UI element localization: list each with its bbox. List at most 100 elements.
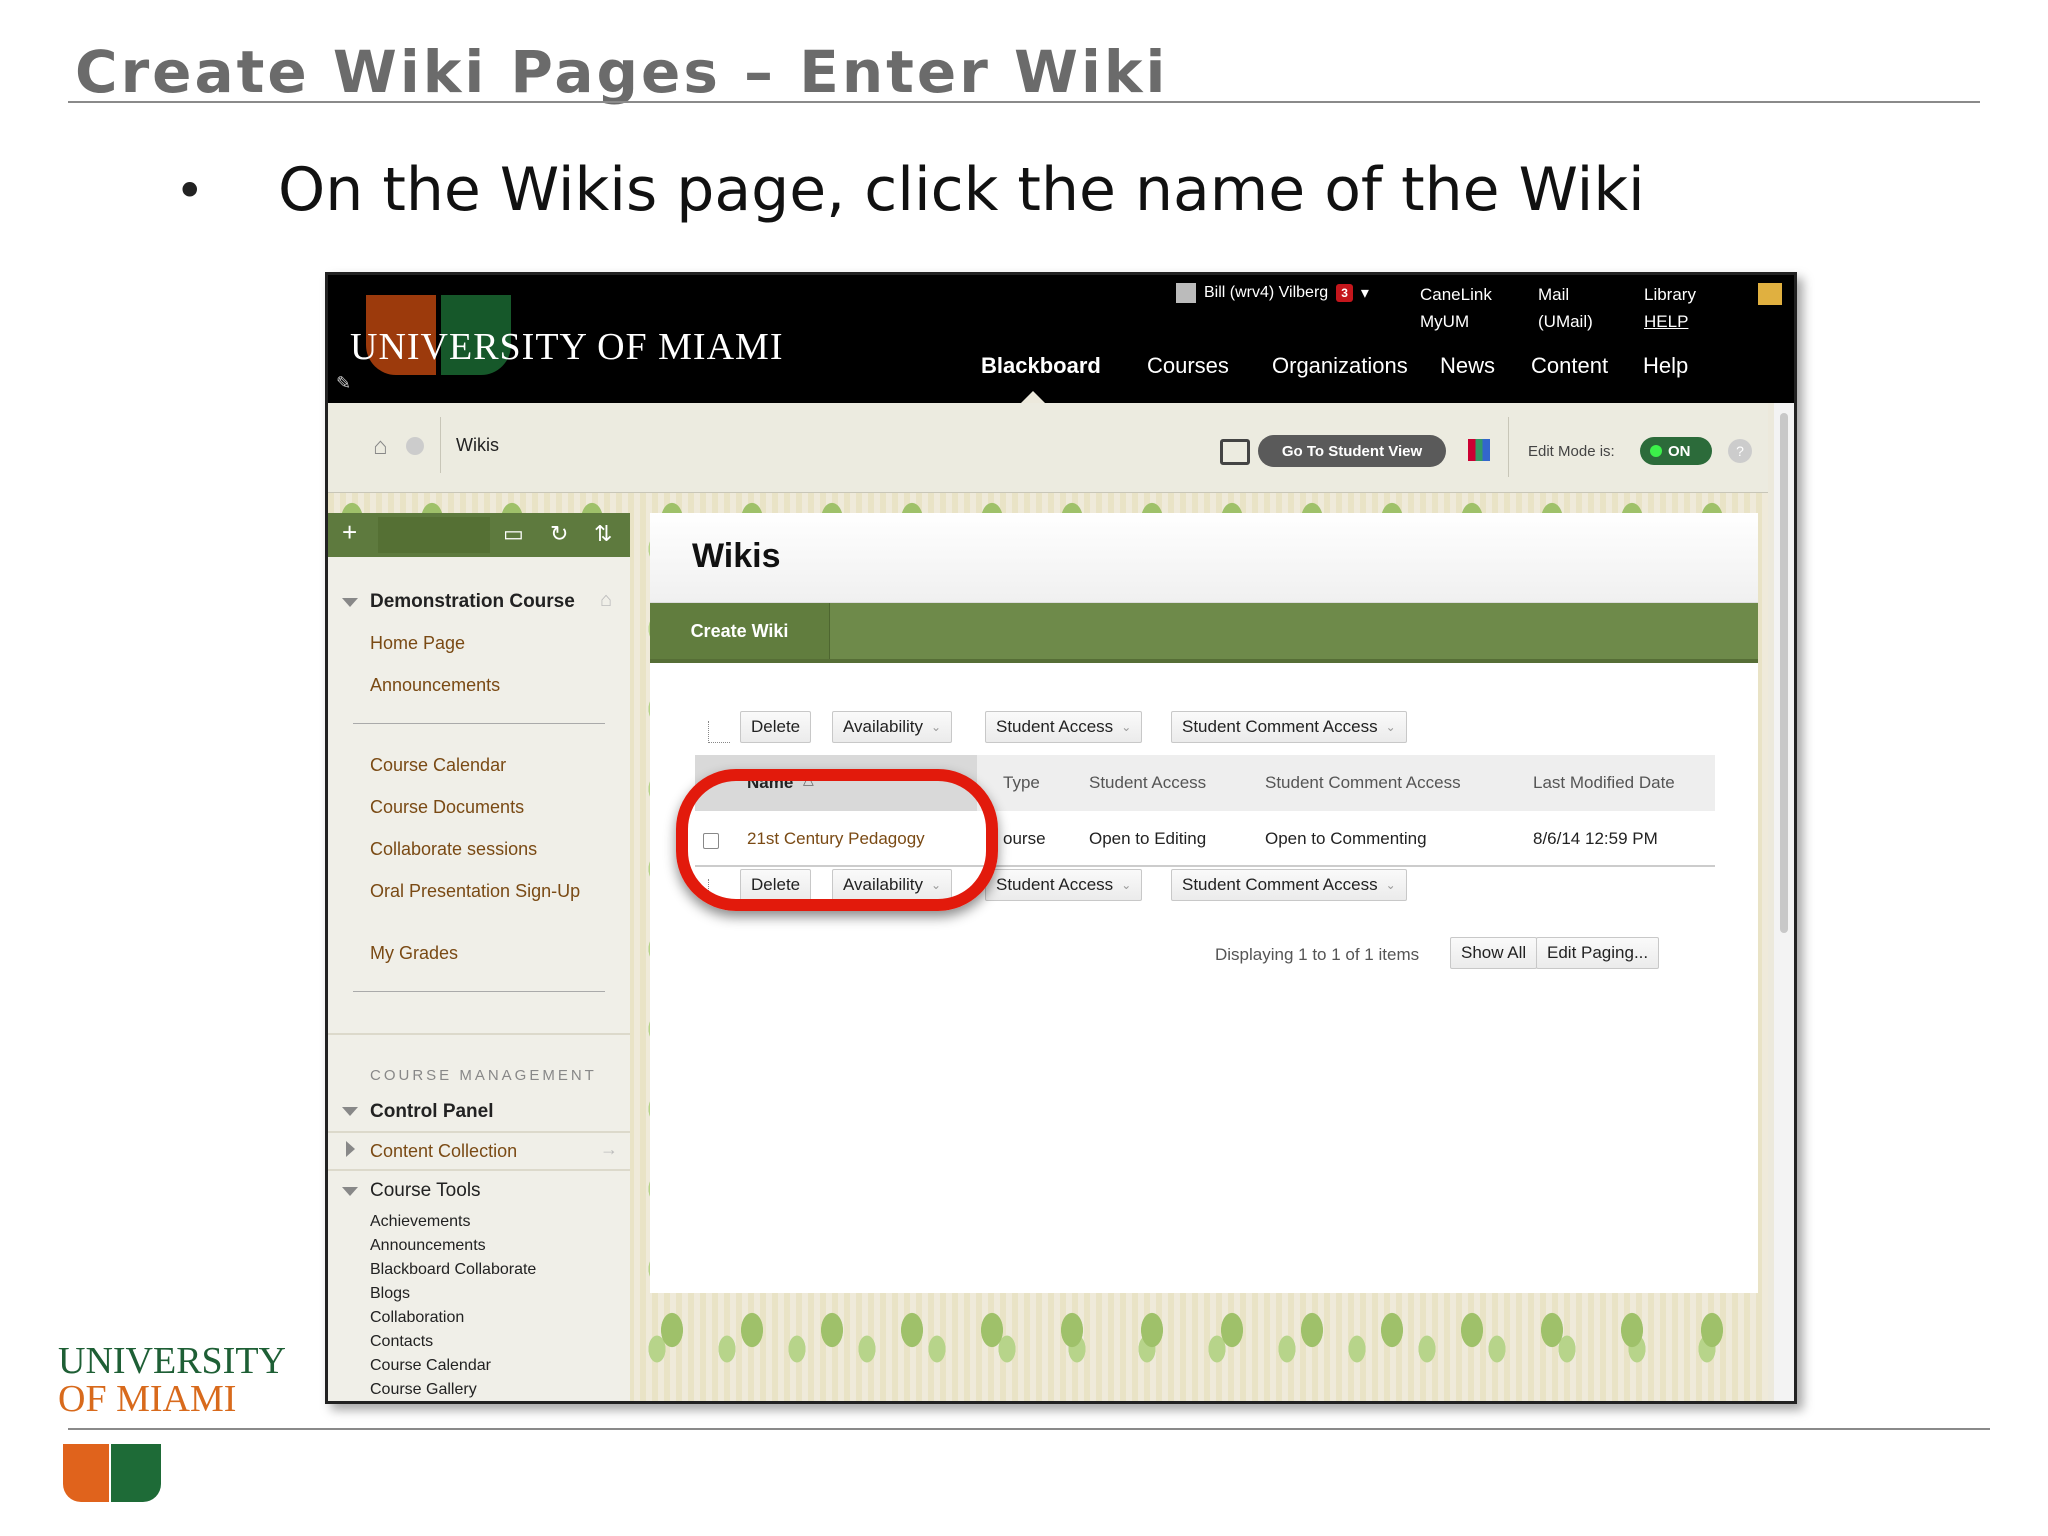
notification-badge[interactable]: 3 (1336, 284, 1353, 302)
display-window-icon[interactable]: ▭ (503, 521, 524, 547)
course-tools-heading[interactable]: Course Tools (370, 1180, 481, 1202)
show-all-button[interactable]: Show All (1450, 937, 1538, 969)
scrollbar[interactable] (1774, 403, 1794, 1401)
menu-divider (353, 723, 605, 724)
tab-content[interactable]: Content (1531, 353, 1608, 379)
availability-label: Availability (843, 717, 924, 736)
tab-blackboard[interactable]: Blackboard (981, 353, 1101, 379)
arrow-right-icon[interactable]: → (600, 1139, 618, 1160)
user-name[interactable]: Bill (wrv4) Vilberg (1204, 284, 1328, 302)
chevron-down-icon: ⌄ (931, 720, 942, 734)
column-last-modified[interactable]: Last Modified Date (1533, 773, 1675, 793)
tool-collaboration[interactable]: Collaboration (370, 1309, 464, 1327)
link-mail-label[interactable]: Mail (1538, 281, 1593, 308)
footer-divider (68, 1428, 1990, 1430)
theme-icon[interactable] (1468, 439, 1490, 461)
wiki-comment-access: Open to Commenting (1265, 829, 1427, 848)
slide-title: Create Wiki Pages – Enter Wiki (75, 38, 1169, 106)
column-type[interactable]: Type (1003, 773, 1040, 793)
student-access-dropdown[interactable]: Student Access ⌄ (985, 711, 1143, 743)
student-view-button[interactable]: Go To Student View (1258, 435, 1446, 467)
help-icon[interactable]: ? (1728, 439, 1752, 463)
chevron-down-icon[interactable]: ▾ (1361, 283, 1369, 303)
menu-toolbar: + ▭ ↻ ⇅ (328, 513, 630, 557)
delete-button[interactable]: Delete (740, 711, 812, 743)
sidebar-item-announcements[interactable]: Announcements (370, 675, 500, 696)
home-icon[interactable]: ⌂ (373, 433, 388, 461)
chevron-down-icon: ⌄ (1121, 720, 1132, 734)
chevron-down-icon: ⌄ (1121, 878, 1132, 892)
link-library[interactable]: Library HELP (1644, 281, 1696, 335)
student-comment-access-dropdown[interactable]: Student Comment Access ⌄ (1171, 711, 1407, 743)
course-management-label: COURSE MANAGEMENT (370, 1067, 597, 1084)
home-icon: ⌂ (600, 589, 613, 611)
tool-blackboard-collaborate[interactable]: Blackboard Collaborate (370, 1261, 536, 1279)
edit-mode-toggle[interactable]: ON (1640, 437, 1712, 465)
breadcrumb-current: Wikis (456, 435, 499, 455)
bullet-instruction: On the Wikis page, click the name of the… (278, 155, 1645, 225)
sidebar-item-my-grades[interactable]: My Grades (370, 943, 458, 964)
slide: Create Wiki Pages – Enter Wiki • On the … (0, 0, 2048, 1536)
link-myum-label[interactable]: MyUM (1420, 308, 1492, 335)
collapse-icon[interactable] (342, 1107, 358, 1116)
logout-icon[interactable] (1758, 283, 1782, 305)
tab-courses[interactable]: Courses (1147, 353, 1229, 379)
sidebar-item-oral-presentation[interactable]: Oral Presentation Sign-Up (370, 881, 580, 902)
edit-paging-label: Edit Paging... (1547, 943, 1649, 962)
menu-toolbar-spacer (378, 517, 490, 553)
sidebar-item-home-page[interactable]: Home Page (370, 633, 465, 654)
link-canelink-label[interactable]: CaneLink (1420, 281, 1492, 308)
header-bar: UNIVERSITY OF MIAMI ✎ Bill (wrv4) Vilber… (328, 275, 1794, 403)
column-student-comment-access[interactable]: Student Comment Access (1265, 773, 1461, 793)
highlight-ring (676, 769, 998, 911)
sidebar-item-course-calendar[interactable]: Course Calendar (370, 755, 506, 776)
active-tab-indicator (1021, 391, 1045, 403)
link-umail-label[interactable]: (UMail) (1538, 308, 1593, 335)
collapse-icon[interactable] (342, 598, 358, 607)
chevron-down-icon[interactable] (406, 437, 424, 455)
tool-course-calendar[interactable]: Course Calendar (370, 1357, 491, 1375)
sidebar-item-collaborate-sessions[interactable]: Collaborate sessions (370, 839, 537, 860)
sidebar-item-content-collection[interactable]: Content Collection (370, 1141, 517, 1162)
menu-band (328, 1169, 630, 1171)
edit-paging-button[interactable]: Edit Paging... (1536, 937, 1660, 969)
student-access-dropdown-bottom[interactable]: Student Access ⌄ (985, 869, 1143, 901)
tool-contacts[interactable]: Contacts (370, 1333, 433, 1351)
link-library-label[interactable]: Library (1644, 281, 1696, 308)
tool-course-gallery[interactable]: Course Gallery (370, 1381, 477, 1399)
tab-help[interactable]: Help (1643, 353, 1688, 379)
collapse-icon[interactable] (342, 1187, 358, 1196)
link-canelink[interactable]: CaneLink MyUM (1420, 281, 1492, 335)
footer-logo-line1: UNIVERSITY (58, 1340, 286, 1382)
availability-dropdown[interactable]: Availability ⌄ (832, 711, 953, 743)
footer-u-orange (63, 1444, 109, 1502)
tab-news[interactable]: News (1440, 353, 1495, 379)
tool-announcements[interactable]: Announcements (370, 1237, 486, 1255)
control-panel-heading[interactable]: Control Panel (370, 1101, 494, 1123)
reorder-icon[interactable]: ⇅ (594, 521, 612, 547)
user-menu[interactable]: Bill (wrv4) Vilberg 3 ▾ (1176, 283, 1369, 303)
menu-band (328, 1033, 630, 1035)
link-mail[interactable]: Mail (UMail) (1538, 281, 1593, 335)
tab-organizations[interactable]: Organizations (1272, 353, 1408, 379)
student-comment-access-dropdown-bottom[interactable]: Student Comment Access ⌄ (1171, 869, 1407, 901)
tool-blogs[interactable]: Blogs (370, 1285, 410, 1303)
breadcrumb: ⌂ Wikis Go To Student View Edit Mode is:… (328, 403, 1768, 493)
status-dot-icon (1650, 445, 1662, 457)
refresh-icon[interactable]: ↻ (550, 521, 568, 547)
course-title[interactable]: Demonstration Course (370, 591, 575, 613)
page-header: Wikis (650, 513, 1758, 603)
wiki-type: ourse (1003, 829, 1046, 848)
scrollbar-thumb[interactable] (1780, 413, 1788, 933)
tool-achievements[interactable]: Achievements (370, 1213, 471, 1231)
breadcrumb-divider (440, 417, 441, 473)
chevron-down-icon: ⌄ (1385, 720, 1396, 734)
menu-band (328, 1131, 630, 1133)
expand-icon[interactable] (346, 1141, 355, 1157)
sidebar-item-course-documents[interactable]: Course Documents (370, 797, 524, 818)
column-student-access[interactable]: Student Access (1089, 773, 1206, 793)
print-icon[interactable] (1220, 439, 1250, 465)
add-menu-item-icon[interactable]: + (342, 517, 357, 548)
create-wiki-button[interactable]: Create Wiki (650, 603, 830, 659)
link-help-label[interactable]: HELP (1644, 308, 1696, 335)
